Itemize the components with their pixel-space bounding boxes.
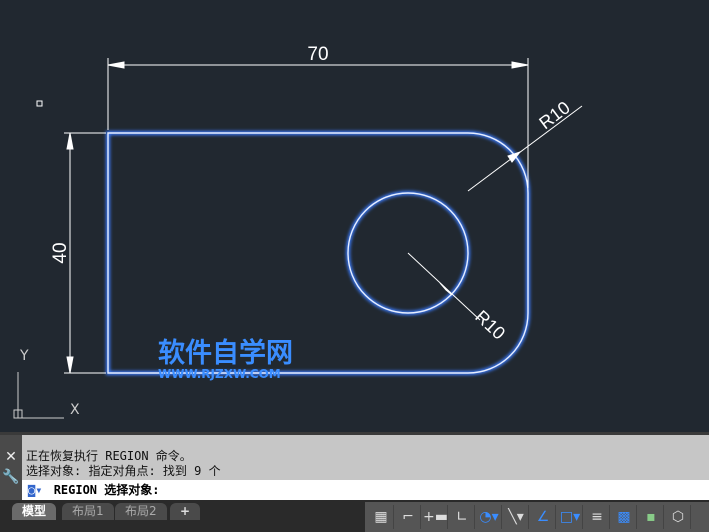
dim-40: 40	[50, 242, 71, 263]
isodraft-icon[interactable]: ╲▾	[504, 505, 529, 529]
osnap-tracking-icon[interactable]: ∠	[531, 505, 556, 529]
dim-70: 70	[307, 44, 328, 65]
infer-icon[interactable]: +▬	[423, 505, 448, 529]
selection-cycling-icon[interactable]: ▪	[639, 505, 664, 529]
tab-model[interactable]: 模型	[12, 503, 57, 520]
radius-circle-label: R10	[471, 306, 509, 343]
drawing-canvas[interactable]: 70 40 R10 R10 Y X 软件自学网 WWW.RJZXW.COM	[0, 0, 709, 432]
status-bar: ▦ ⌐ +▬ ∟ ◔▾ ╲▾ ∠ □▾ ≡ ▩ ▪ ⬡	[365, 502, 709, 532]
transparency-icon[interactable]: ▩	[612, 505, 637, 529]
region-outline	[106, 131, 530, 375]
snap-icon[interactable]: ⌐	[396, 505, 421, 529]
osnap-icon[interactable]: □▾	[558, 505, 583, 529]
lineweight-icon[interactable]: ≡	[585, 505, 610, 529]
tab-layout1[interactable]: 布局1	[62, 503, 114, 520]
close-icon[interactable]: ✕	[0, 449, 22, 465]
tab-layout2[interactable]: 布局2	[115, 503, 167, 520]
command-prompt: REGION 选择对象:	[53, 483, 160, 497]
axis-y-label: Y	[19, 348, 29, 364]
watermark-title: 软件自学网	[158, 337, 293, 369]
ortho-icon[interactable]: ∟	[450, 505, 475, 529]
axis-x-label: X	[70, 402, 80, 418]
polar-icon[interactable]: ◔▾	[477, 505, 502, 529]
watermark-url: WWW.RJZXW.COM	[158, 367, 281, 381]
wrench-icon[interactable]: 🔧	[0, 469, 22, 485]
region-shape	[107, 132, 529, 374]
command-strip: ✕ 🔧	[0, 435, 22, 500]
grid-icon[interactable]: ▦	[369, 505, 394, 529]
tab-add[interactable]: +	[170, 503, 201, 520]
drawing: 70 40 R10 R10 Y X 软件自学网 WWW.RJZXW.COM	[13, 44, 583, 419]
history-line: 选择对象: 指定对角点: 找到 9 个	[26, 464, 221, 478]
radius-corner-label: R10	[535, 97, 573, 133]
command-window: ✕ 🔧 正在恢复执行 REGION 命令。 选择对象: 指定对角点: 找到 9 …	[0, 432, 709, 500]
command-icon[interactable]: ◙▾	[28, 483, 42, 497]
3d-osnap-icon[interactable]: ⬡	[666, 505, 691, 529]
command-input[interactable]: ◙▾ REGION 选择对象:	[22, 480, 709, 500]
